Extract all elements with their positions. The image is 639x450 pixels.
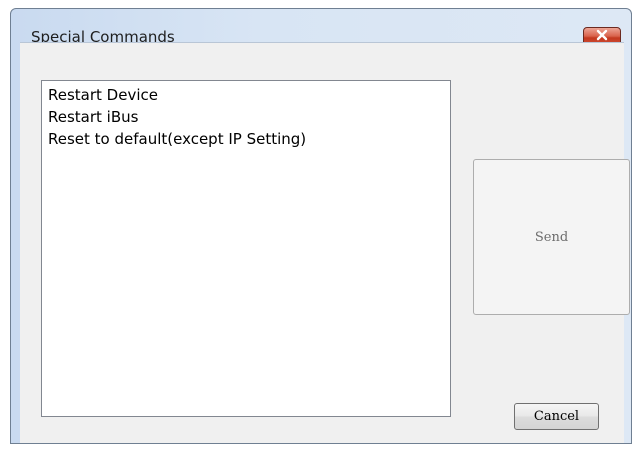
cancel-button[interactable]: Cancel [514,403,599,430]
send-button[interactable]: Send [473,159,630,315]
list-item-restart-ibus[interactable]: Restart iBus [48,110,138,125]
special-commands-dialog: Special Commands Restart Device Restart … [10,8,632,444]
commands-listbox[interactable]: Restart Device Restart iBus Reset to def… [41,80,451,417]
list-item-restart-device[interactable]: Restart Device [48,88,158,103]
list-item-reset-to-default[interactable]: Reset to default(except IP Setting) [48,132,306,147]
dialog-client-area: Restart Device Restart iBus Reset to def… [20,42,630,443]
dialog-titlebar[interactable]: Special Commands [11,9,631,47]
